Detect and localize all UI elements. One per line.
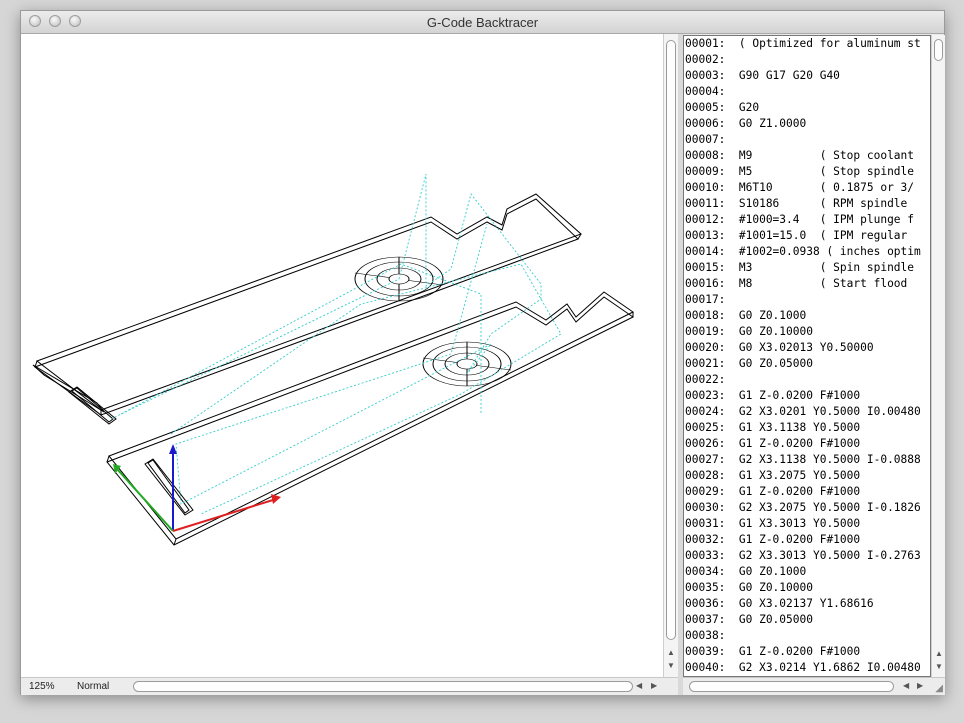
gcode-line[interactable]: 00021: G0 Z0.05000 — [684, 356, 930, 372]
gcode-line[interactable]: 00039: G1 Z-0.0200 F#1000 — [684, 644, 930, 660]
upper-slot — [68, 386, 117, 425]
gcode-vertical-scrollbar[interactable]: ▲ ▼ — [931, 35, 945, 677]
gcode-line[interactable]: 00033: G2 X3.3013 Y0.5000 I-0.2763 — [684, 548, 930, 564]
viewport-vertical-scroll-thumb[interactable] — [666, 40, 676, 640]
gcode-line[interactable]: 00028: G1 X3.2075 Y0.5000 — [684, 468, 930, 484]
scroll-left-arrow-icon[interactable]: ◀ — [636, 681, 642, 690]
gcode-line[interactable]: 00004: — [684, 84, 930, 100]
rapid-path — [170, 263, 562, 515]
toolpath-viewport[interactable] — [21, 34, 663, 677]
gcode-line[interactable]: 00040: G2 X3.0214 Y1.6862 I0.00480 — [684, 660, 930, 676]
app-window: G-Code Backtracer ▲ ▼ 125% Normal ◀ ▶ 00… — [20, 10, 945, 695]
scroll-up-arrow-icon[interactable]: ▲ — [667, 648, 675, 658]
gcode-line[interactable]: 00022: — [684, 372, 930, 388]
gcode-line[interactable]: 00030: G2 X3.2075 Y0.5000 I-0.1826 — [684, 500, 930, 516]
gcode-line[interactable]: 00005: G20 — [684, 100, 930, 116]
viewport-vertical-scrollbar[interactable]: ▲ ▼ — [663, 34, 678, 677]
gcode-line[interactable]: 00037: G0 Z0.05000 — [684, 612, 930, 628]
view-mode: Normal — [77, 681, 110, 692]
gcode-line[interactable]: 00017: — [684, 292, 930, 308]
gcode-line[interactable]: 00026: G1 Z-0.0200 F#1000 — [684, 436, 930, 452]
lower-plate-outline — [108, 291, 634, 540]
upper-plate-outline-lower — [33, 198, 579, 416]
gcode-line[interactable]: 00020: G0 X3.02013 Y0.50000 — [684, 340, 930, 356]
lower-plate-outline-lower — [106, 296, 634, 546]
lower-hub — [422, 341, 512, 387]
gcode-line[interactable]: 00038: — [684, 628, 930, 644]
gcode-line[interactable]: 00035: G0 Z0.10000 — [684, 580, 930, 596]
gcode-scroll-down-arrow-icon[interactable]: ▼ — [935, 662, 943, 672]
gcode-line[interactable]: 00014: #1002=0.0938 ( inches optim — [684, 244, 930, 260]
window-title: G-Code Backtracer — [426, 15, 539, 30]
gcode-listing[interactable]: 00001: ( Optimized for aluminum st 00002… — [683, 35, 931, 677]
scroll-down-arrow-icon[interactable]: ▼ — [667, 661, 675, 671]
gcode-line[interactable]: 00013: #1001=15.0 ( IPM regular — [684, 228, 930, 244]
gcode-scroll-up-arrow-icon[interactable]: ▲ — [935, 649, 943, 659]
gcode-line[interactable]: 00006: G0 Z1.0000 — [684, 116, 930, 132]
gcode-scroll-right-arrow-icon[interactable]: ▶ — [917, 681, 923, 690]
gcode-line[interactable]: 00018: G0 Z0.1000 — [684, 308, 930, 324]
gcode-line[interactable]: 00015: M3 ( Spin spindle — [684, 260, 930, 276]
upper-plate-outline — [35, 193, 582, 411]
part-geometry — [32, 193, 634, 546]
gcode-line[interactable]: 00009: M5 ( Stop spindle — [684, 164, 930, 180]
viewport-horizontal-scrollbar[interactable] — [133, 681, 633, 692]
gcode-line[interactable]: 00031: G1 X3.3013 Y0.5000 — [684, 516, 930, 532]
resize-grip-icon[interactable]: ◢ — [935, 683, 943, 694]
axis-triad — [113, 444, 281, 532]
gcode-line[interactable]: 00010: M6T10 ( 0.1875 or 3/ — [684, 180, 930, 196]
gcode-line[interactable]: 00027: G2 X3.1138 Y0.5000 I-0.0888 — [684, 452, 930, 468]
gcode-line[interactable]: 00008: M9 ( Stop coolant — [684, 148, 930, 164]
gcode-line[interactable]: 00029: G1 Z-0.0200 F#1000 — [684, 484, 930, 500]
gcode-line[interactable]: 00001: ( Optimized for aluminum st — [684, 36, 930, 52]
rapid-path — [120, 263, 482, 415]
gcode-line[interactable]: 00034: G0 Z0.1000 — [684, 564, 930, 580]
gcode-line[interactable]: 00025: G1 X3.1138 Y0.5000 — [684, 420, 930, 436]
x-axis-arrowhead — [271, 494, 281, 504]
y-axis — [116, 468, 174, 532]
gcode-line[interactable]: 00024: G2 X3.0201 Y0.5000 I0.00480 — [684, 404, 930, 420]
x-axis — [172, 499, 274, 532]
gcode-line[interactable]: 00019: G0 Z0.10000 — [684, 324, 930, 340]
gcode-scroll-left-arrow-icon[interactable]: ◀ — [903, 681, 909, 690]
gcode-line[interactable]: 00036: G0 X3.02137 Y1.68616 — [684, 596, 930, 612]
gcode-line[interactable]: 00003: G90 G17 G20 G40 — [684, 68, 930, 84]
lower-slot-inner — [147, 459, 190, 514]
gcode-horizontal-scroll-thumb[interactable] — [689, 681, 894, 692]
gcode-line[interactable]: 00032: G1 Z-0.0200 F#1000 — [684, 532, 930, 548]
status-bar: 125% Normal ◀ ▶ — [21, 677, 678, 695]
gcode-line[interactable]: 00016: M8 ( Start flood — [684, 276, 930, 292]
gcode-line[interactable]: 00023: G1 Z-0.0200 F#1000 — [684, 388, 930, 404]
plate-edge — [32, 364, 105, 413]
gcode-horizontal-scrollbar[interactable]: ◀ ▶ ◢ — [683, 677, 945, 695]
zoom-level: 125% — [29, 681, 55, 692]
gcode-line[interactable]: 00002: — [684, 52, 930, 68]
gcode-line[interactable]: 00007: — [684, 132, 930, 148]
title-bar: G-Code Backtracer — [21, 11, 944, 34]
gcode-line[interactable]: 00012: #1000=3.4 ( IPM plunge f — [684, 212, 930, 228]
toolpath-drawing[interactable] — [21, 34, 663, 677]
gcode-line[interactable]: 00011: S10186 ( RPM spindle — [684, 196, 930, 212]
scroll-right-arrow-icon[interactable]: ▶ — [651, 681, 657, 690]
gcode-vertical-scroll-thumb[interactable] — [934, 39, 943, 61]
z-axis-arrowhead — [169, 444, 177, 454]
